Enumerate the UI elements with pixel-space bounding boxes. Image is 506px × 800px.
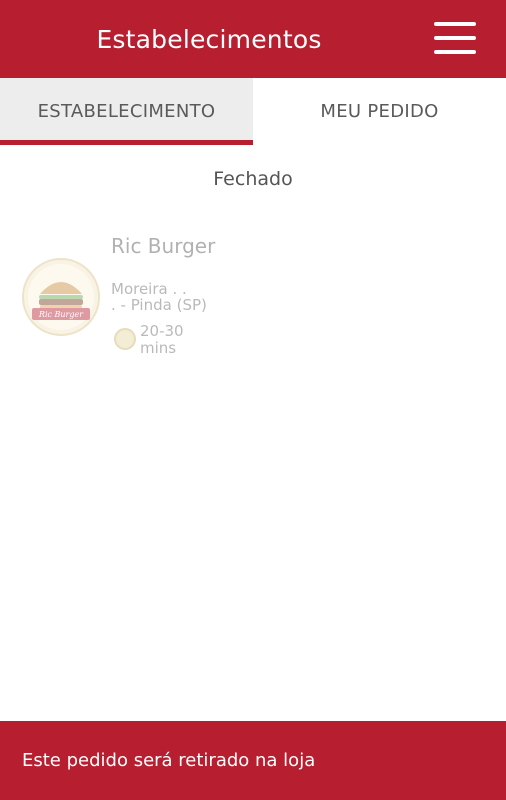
page-title: Estabelecimentos — [96, 24, 322, 54]
app-header: Estabelecimentos — [0, 0, 506, 78]
tab-bar: ESTABELECIMENTO MEU PEDIDO — [0, 78, 506, 145]
delivery-time-unit: mins — [140, 339, 177, 357]
logo-text: Ric Burger — [38, 310, 84, 319]
store-status: Fechado — [213, 168, 293, 190]
store-name: Ric Burger — [111, 234, 216, 258]
hamburger-menu-icon[interactable] — [428, 18, 482, 60]
menu-line — [434, 36, 476, 40]
app-screen: Estabelecimentos ESTABELECIMENTO MEU PED… — [0, 0, 506, 800]
menu-line — [434, 22, 476, 26]
menu-line — [434, 50, 476, 54]
delivery-time: 20-30 — [140, 322, 184, 340]
tab-estabelecimento[interactable]: ESTABELECIMENTO — [0, 78, 253, 145]
clock-icon — [114, 328, 136, 350]
pickup-notice-bar: Este pedido será retirado na loja — [0, 721, 506, 800]
tab-meu-pedido[interactable]: MEU PEDIDO — [253, 78, 506, 145]
store-logo: Ric Burger — [22, 258, 100, 336]
store-list-item[interactable]: Ric Burger Ric Burger Moreira . . . - Pi… — [10, 224, 310, 364]
store-address-line2: . - Pinda (SP) — [111, 296, 207, 314]
